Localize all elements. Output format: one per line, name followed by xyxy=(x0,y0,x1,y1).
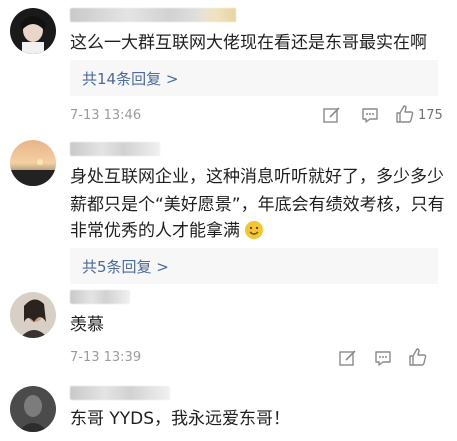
thumbs-up-icon[interactable] xyxy=(395,104,415,124)
edit-icon[interactable] xyxy=(338,348,358,368)
comment-text-line: 非常优秀的人才能拿满 xyxy=(70,218,264,245)
comment-text-line: 身处互联网企业，这种消息听听就好了，多少多少 xyxy=(70,167,444,187)
comment-item: 身处互联网企业，这种消息听听就好了，多少多少 薪都只是个“美好愿景”，年底会有绩… xyxy=(0,130,457,284)
comment-text-line: 薪都只是个“美好愿景”，年底会有绩效考核，只有 xyxy=(70,195,445,215)
view-replies-label[interactable]: 共14条回复 > xyxy=(82,68,178,89)
comment-item: 羡慕 7-13 13:39 xyxy=(0,280,457,376)
avatar[interactable] xyxy=(10,8,56,54)
smile-emoji-icon xyxy=(245,221,264,239)
username-blurred[interactable] xyxy=(70,386,170,400)
comment-text: 东哥 YYDS，我永远爱东哥！ xyxy=(70,409,291,429)
edit-icon[interactable] xyxy=(322,105,342,125)
comment-item: 这么一大群互联网大佬现在看还是东哥最实在啊 共14条回复 > 7-13 13:4… xyxy=(0,0,457,130)
comment-time: 7-13 13:46 xyxy=(70,108,142,123)
username-blurred[interactable] xyxy=(70,290,130,304)
comment-time: 7-13 13:39 xyxy=(70,350,142,365)
view-replies-label[interactable]: 共5条回复 > xyxy=(82,256,169,277)
avatar[interactable] xyxy=(10,140,56,186)
username-blurred[interactable] xyxy=(70,142,160,156)
thumbs-up-icon[interactable] xyxy=(408,347,428,367)
comment-text: 非常优秀的人才能拿满 xyxy=(70,221,240,241)
comment-text: 羡慕 xyxy=(70,315,104,335)
comment-text: 这么一大群互联网大佬现在看还是东哥最实在啊 xyxy=(70,33,427,53)
comment-icon[interactable] xyxy=(373,348,393,368)
comment-icon[interactable] xyxy=(360,105,380,125)
username-blurred[interactable] xyxy=(70,8,236,22)
avatar[interactable] xyxy=(10,292,56,338)
comment-item: 东哥 YYDS，我永远爱东哥！ xyxy=(0,376,457,441)
view-replies-button[interactable]: 共5条回复 > xyxy=(70,248,438,284)
like-count: 175 xyxy=(418,108,443,123)
avatar[interactable] xyxy=(10,386,56,432)
view-replies-button[interactable]: 共14条回复 > xyxy=(70,60,438,96)
